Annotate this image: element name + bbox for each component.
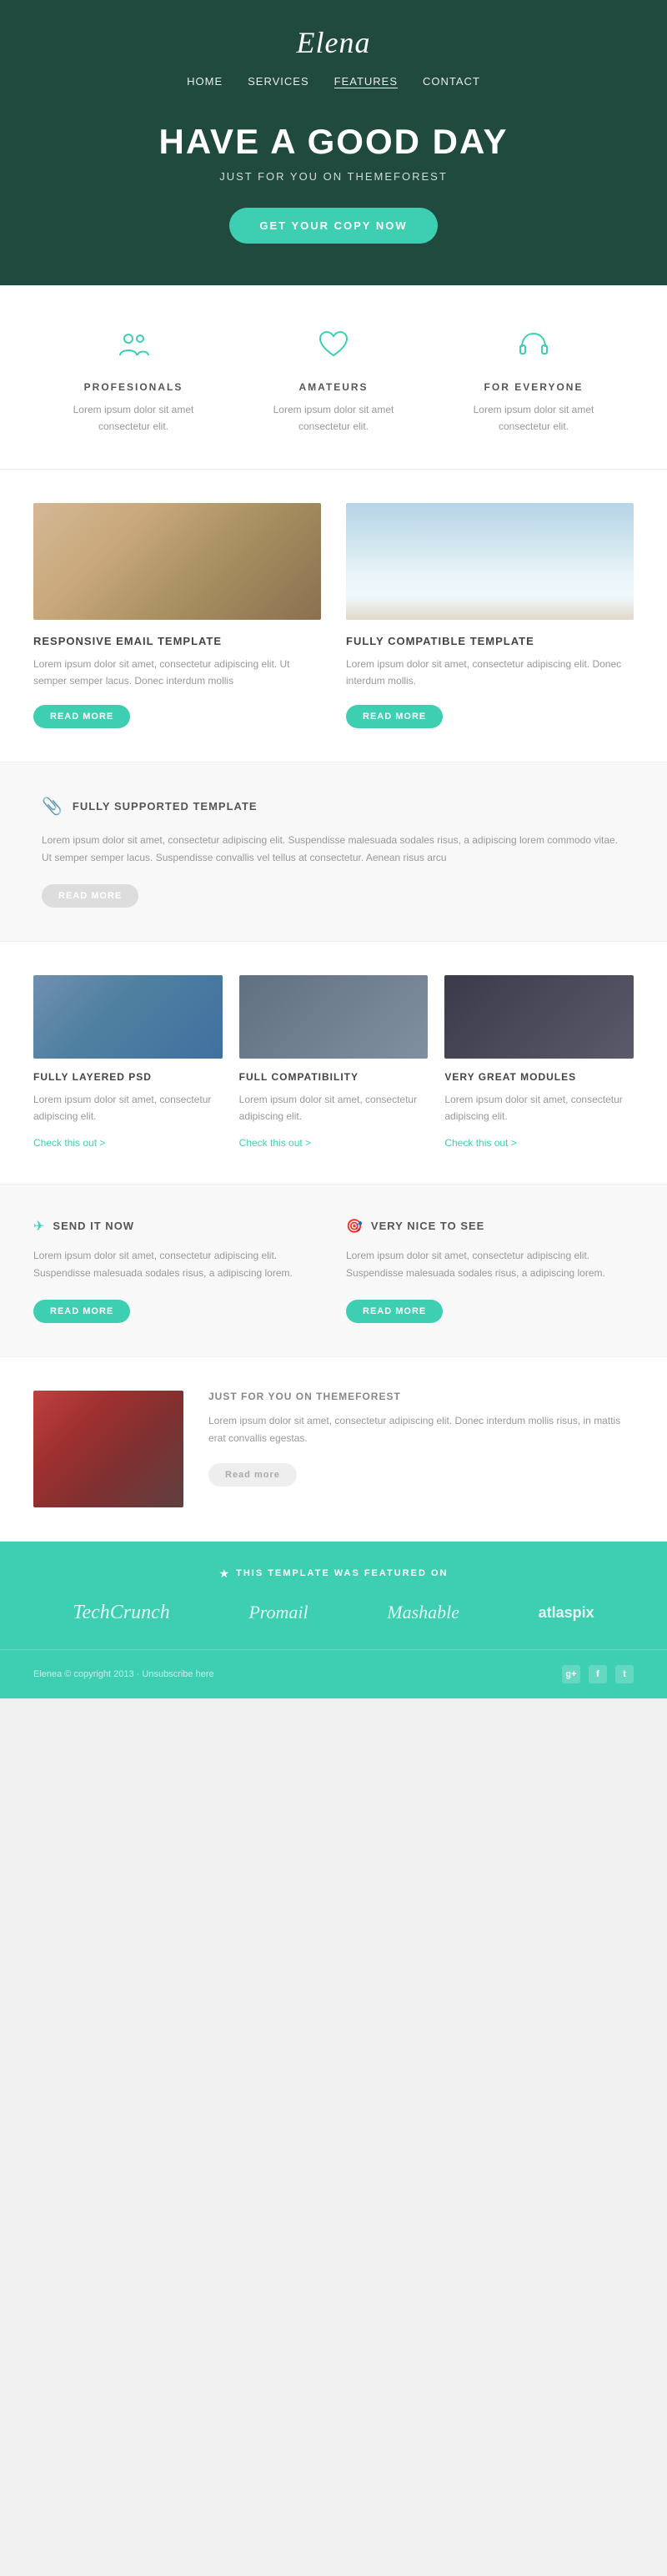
module-compat-link[interactable]: Check this out > [239,1137,311,1149]
module-compat: FULL COMPATIBILITY Lorem ipsum dolor sit… [239,975,429,1150]
bottom-feature-btn[interactable]: Read more [208,1463,297,1487]
module-great-text: Lorem ipsum dolor sit amet, consectetur … [444,1091,634,1125]
brand-logo: Elena [297,25,371,60]
module-psd-title: FULLY LAYERED PSD [33,1071,223,1083]
bottom-feature-section: JUST FOR YOU ON THEMEFOREST Lorem ipsum … [0,1357,667,1542]
headphones-icon [513,327,554,369]
feature-everyone: FOR EVERYONE Lorem ipsum dolor sit amet … [434,327,634,435]
send-icon: ✈ [33,1218,44,1235]
target-icon: 🎯 [346,1218,363,1235]
module-great-title: VERY GREAT MODULES [444,1071,634,1083]
main-nav: HOME SERVICES FEATURES CONTACT [187,75,480,88]
feature-profesionals: PROFESIONALS Lorem ipsum dolor sit amet … [33,327,233,435]
two-col-cards: RESPONSIVE EMAIL TEMPLATE Lorem ipsum do… [0,470,667,762]
module-compat-image [239,975,429,1059]
nice-to-see-header: 🎯 VERY NICE TO SEE [346,1218,634,1235]
card-compatible: FULLY COMPATIBLE TEMPLATE Lorem ipsum do… [346,503,634,728]
social-twitter[interactable]: t [615,1665,634,1683]
nav-home[interactable]: HOME [187,75,223,88]
brand-techcrunch: TechCrunch [73,1602,169,1624]
send-now-text: Lorem ipsum dolor sit amet, consectetur … [33,1247,321,1283]
bottom-feature-content: JUST FOR YOU ON THEMEFOREST Lorem ipsum … [208,1391,634,1487]
module-great-link[interactable]: Check this out > [444,1137,516,1149]
footer-featured-text: THIS TEMPLATE WAS FEATURED ON [236,1568,448,1578]
send-now-btn[interactable]: Read more [33,1300,130,1323]
card-compatible-btn[interactable]: Read more [346,705,443,728]
nice-to-see-text: Lorem ipsum dolor sit amet, consectetur … [346,1247,634,1283]
full-section-text: Lorem ipsum dolor sit amet, consectetur … [42,832,625,868]
module-compat-text: Lorem ipsum dolor sit amet, consectetur … [239,1091,429,1125]
paperclip-icon: 📎 [42,796,63,817]
card-compatible-text: Lorem ipsum dolor sit amet, consectetur … [346,656,634,690]
hero-subtitle: JUST FOR YOU ON THEMEFOREST [219,170,448,183]
card-responsive-image [33,503,321,620]
social-gplus[interactable]: g+ [562,1665,580,1683]
nice-to-see-btn[interactable]: Read more [346,1300,443,1323]
three-col-modules: FULLY LAYERED PSD Lorem ipsum dolor sit … [0,942,667,1185]
module-psd-image [33,975,223,1059]
bottom-feature-image [33,1391,183,1507]
footer-copyright: Elenea © copyright 2013 · Unsubscribe he… [33,1669,214,1679]
nice-to-see-title: VERY NICE TO SEE [371,1220,484,1232]
module-psd-link[interactable]: Check this out > [33,1137,105,1149]
nice-to-see: 🎯 VERY NICE TO SEE Lorem ipsum dolor sit… [346,1218,634,1323]
brand-promail: Promail [248,1602,308,1623]
module-psd: FULLY LAYERED PSD Lorem ipsum dolor sit … [33,975,223,1150]
card-compatible-image [346,503,634,620]
feature-profesionals-title: PROFESIONALS [84,381,183,393]
feature-amateurs-title: AMATEURS [298,381,368,393]
send-now-header: ✈ SEND IT NOW [33,1218,321,1235]
module-psd-text: Lorem ipsum dolor sit amet, consectetur … [33,1091,223,1125]
nav-features[interactable]: FEATURES [334,75,398,88]
hero-cta-button[interactable]: GET YOUR COPY NOW [229,208,437,244]
feature-amateurs-text: Lorem ipsum dolor sit amet consectetur e… [246,401,421,435]
full-supported-section: 📎 FULLY SUPPORTED TEMPLATE Lorem ipsum d… [0,762,667,942]
send-now: ✈ SEND IT NOW Lorem ipsum dolor sit amet… [33,1218,321,1323]
hero-section: Elena HOME SERVICES FEATURES CONTACT HAV… [0,0,667,285]
send-section: ✈ SEND IT NOW Lorem ipsum dolor sit amet… [0,1185,667,1357]
feature-everyone-title: FOR EVERYONE [484,381,584,393]
nav-services[interactable]: SERVICES [248,75,309,88]
card-responsive-title: RESPONSIVE EMAIL TEMPLATE [33,635,321,647]
hero-title: HAVE A GOOD DAY [159,122,509,162]
nav-contact[interactable]: CONTACT [423,75,480,88]
features-section: PROFESIONALS Lorem ipsum dolor sit amet … [0,285,667,470]
feature-profesionals-text: Lorem ipsum dolor sit amet consectetur e… [46,401,221,435]
feature-amateurs: AMATEURS Lorem ipsum dolor sit amet cons… [233,327,434,435]
social-facebook[interactable]: f [589,1665,607,1683]
card-responsive: RESPONSIVE EMAIL TEMPLATE Lorem ipsum do… [33,503,321,728]
footer-social: g+ f t [562,1665,634,1683]
star-icon: ★ [219,1567,230,1581]
card-compatible-title: FULLY COMPATIBLE TEMPLATE [346,635,634,647]
send-now-title: SEND IT NOW [53,1220,134,1232]
full-section-btn[interactable]: Read more [42,884,138,908]
card-responsive-btn[interactable]: Read more [33,705,130,728]
feature-everyone-text: Lorem ipsum dolor sit amet consectetur e… [446,401,621,435]
brand-mashable: Mashable [387,1602,459,1623]
full-section-header: 📎 FULLY SUPPORTED TEMPLATE [42,796,625,817]
footer-featured-label: ★ THIS TEMPLATE WAS FEATURED ON [33,1567,634,1581]
card-responsive-text: Lorem ipsum dolor sit amet, consectetur … [33,656,321,690]
people-icon [113,327,154,369]
full-section-title: FULLY SUPPORTED TEMPLATE [73,800,258,813]
bottom-feature-title: JUST FOR YOU ON THEMEFOREST [208,1391,634,1402]
brand-atlaspix: atlaspix [539,1604,594,1622]
brands-row: TechCrunch Promail Mashable atlaspix [33,1602,634,1624]
footer-featured: ★ THIS TEMPLATE WAS FEATURED ON TechCrun… [0,1542,667,1649]
footer-bottom: Elenea © copyright 2013 · Unsubscribe he… [0,1649,667,1698]
module-great-image [444,975,634,1059]
heart-icon [313,327,354,369]
module-compat-title: FULL COMPATIBILITY [239,1071,429,1083]
bottom-feature-text: Lorem ipsum dolor sit amet, consectetur … [208,1412,634,1448]
module-great: VERY GREAT MODULES Lorem ipsum dolor sit… [444,975,634,1150]
